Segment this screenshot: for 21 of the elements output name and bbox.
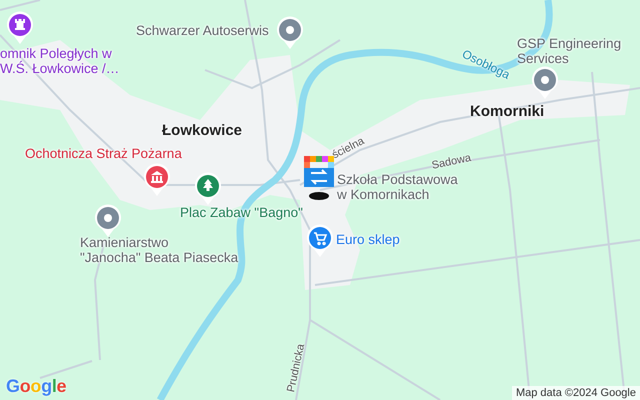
generic-pin-icon[interactable]	[276, 16, 304, 50]
place-label[interactable]: Szkoła Podstawowa w Komornikach	[337, 172, 458, 202]
place-label[interactable]: omnik Poległych w W.Ś. Łowkowice /…	[0, 46, 120, 76]
logo: Google	[6, 376, 66, 397]
park-pin-icon[interactable]	[194, 172, 222, 206]
street-label: Prudnicka	[285, 342, 308, 394]
fire-station-pin-icon[interactable]	[143, 163, 171, 197]
place-label[interactable]: Kamieniarstwo "Janocha" Beata Piasecka	[80, 235, 238, 265]
street-label: Sadowa	[430, 152, 472, 172]
map-attribution: Map data ©2024 Google	[512, 386, 640, 400]
monument-pin-icon[interactable]	[6, 11, 34, 45]
generic-pin-icon[interactable]	[531, 66, 559, 100]
place-label[interactable]: Ochotnicza Straż Pożarna	[25, 146, 182, 161]
town-label: Komorniki	[470, 103, 544, 120]
shop-pin-icon[interactable]	[306, 224, 334, 258]
place-label[interactable]: Plac Zabaw "Bagno"	[180, 205, 303, 220]
place-label[interactable]: Euro sklep	[336, 232, 400, 247]
town-label: Łowkowice	[162, 122, 242, 139]
place-label[interactable]: Schwarzer Autoserwis	[136, 23, 269, 38]
place-label[interactable]: GSP Engineering Services	[517, 36, 622, 66]
generic-pin-icon[interactable]	[94, 204, 122, 238]
